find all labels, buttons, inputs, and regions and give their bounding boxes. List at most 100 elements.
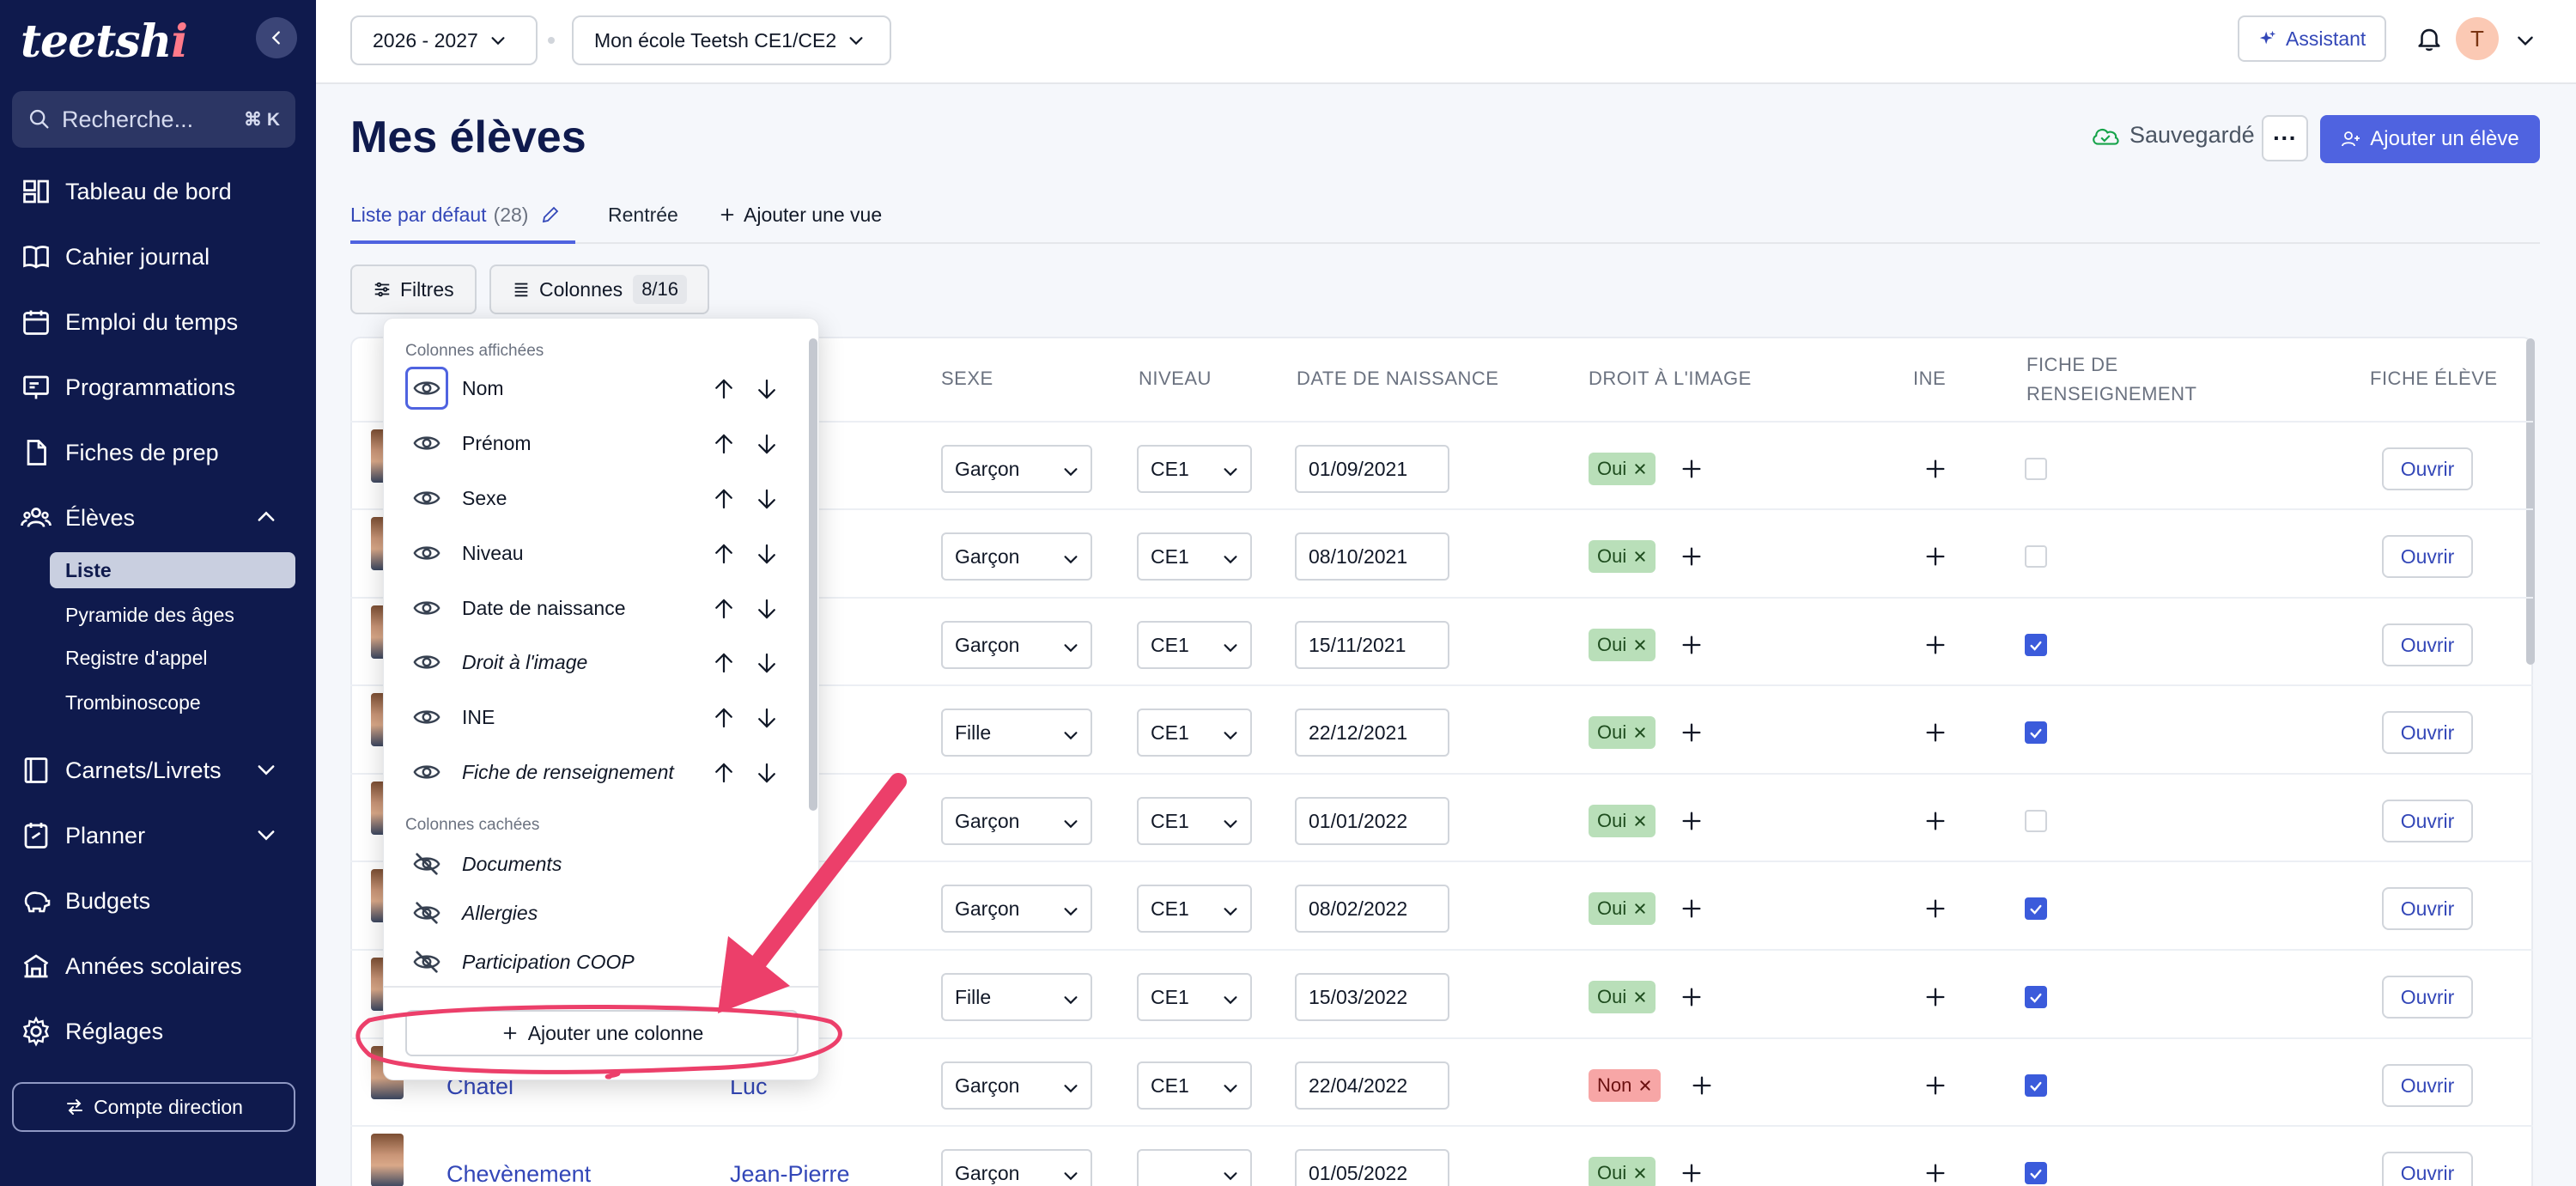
move-up-button[interactable] <box>711 650 737 676</box>
move-down-button[interactable] <box>754 650 780 676</box>
fiche-renseignement-checkbox[interactable] <box>2025 810 2047 832</box>
add-image-right-button[interactable] <box>1680 897 1704 921</box>
dropdown-scrollbar[interactable] <box>809 338 817 811</box>
shown-column-item[interactable]: Nom <box>405 364 783 412</box>
sexe-select[interactable]: Fille <box>941 973 1092 1021</box>
open-student-button[interactable]: Ouvrir <box>2382 887 2473 930</box>
chevron-down-icon[interactable] <box>2514 29 2537 52</box>
toggle-visibility-button[interactable] <box>405 751 448 794</box>
niveau-select[interactable]: CE1 <box>1137 621 1252 669</box>
move-down-button[interactable] <box>754 486 780 512</box>
sidebar-item-tableau-de-bord[interactable]: Tableau de bord <box>21 170 232 213</box>
niveau-select[interactable]: CE1 <box>1137 532 1252 581</box>
open-student-button[interactable]: Ouvrir <box>2382 976 2473 1019</box>
sidebar-item-eleves[interactable]: Élèves <box>21 496 275 539</box>
move-down-button[interactable] <box>754 376 780 402</box>
add-column-button[interactable]: Ajouter une colonne <box>405 1010 799 1056</box>
fiche-renseignement-checkbox[interactable] <box>2025 897 2047 920</box>
add-ine-button[interactable] <box>1923 1073 1947 1098</box>
sidebar-item-emploi-du-temps[interactable]: Emploi du temps <box>21 301 238 344</box>
hidden-column-item[interactable]: Allergies <box>405 889 783 937</box>
toggle-visibility-button[interactable] <box>405 842 448 885</box>
toggle-visibility-button[interactable] <box>405 891 448 934</box>
tab-liste-par-defaut[interactable]: Liste par défaut (28) <box>350 198 561 232</box>
pencil-icon[interactable] <box>540 204 561 225</box>
shown-column-item[interactable]: INE <box>405 693 783 741</box>
hidden-column-item[interactable]: Participation COOP <box>405 938 783 986</box>
arrow-up-icon[interactable] <box>711 486 737 512</box>
shown-column-item[interactable]: Sexe <box>405 474 783 522</box>
close-icon[interactable] <box>1633 1166 1647 1180</box>
add-ine-button[interactable] <box>1923 544 1947 569</box>
toggle-visibility-button[interactable] <box>405 477 448 520</box>
birth-date-input[interactable]: 22/12/2021 <box>1295 709 1449 757</box>
assistant-button[interactable]: Assistant <box>2238 15 2387 62</box>
add-student-button[interactable]: Ajouter un élève <box>2320 115 2540 163</box>
arrow-down-icon[interactable] <box>754 486 780 512</box>
arrow-down-icon[interactable] <box>754 596 780 622</box>
close-icon[interactable] <box>1633 462 1647 476</box>
move-down-button[interactable] <box>754 705 780 731</box>
birth-date-input[interactable]: 01/09/2021 <box>1295 445 1449 493</box>
arrow-up-icon[interactable] <box>711 760 737 786</box>
bell-icon[interactable] <box>2415 24 2444 53</box>
logo[interactable]: teetshi <box>21 15 188 68</box>
toggle-visibility-button[interactable] <box>405 532 448 575</box>
header-droit-image[interactable]: DROIT À L'IMAGE <box>1589 368 1752 390</box>
student-first-name[interactable]: Jean-Pierre <box>730 1161 850 1186</box>
arrow-up-icon[interactable] <box>711 376 737 402</box>
birth-date-input[interactable]: 22/04/2022 <box>1295 1061 1449 1110</box>
header-fiche-line1[interactable]: FICHE DE <box>2026 354 2118 376</box>
sidebar-item-programmations[interactable]: Programmations <box>21 366 235 409</box>
arrow-down-icon[interactable] <box>754 431 780 457</box>
close-icon[interactable] <box>1633 726 1647 739</box>
arrow-down-icon[interactable] <box>754 650 780 676</box>
sexe-select[interactable]: Garçon <box>941 797 1092 845</box>
student-last-name[interactable]: Chevènement <box>447 1161 591 1186</box>
sidebar-item-carnets-livrets[interactable]: Carnets/Livrets <box>21 749 275 792</box>
close-icon[interactable] <box>1633 550 1647 563</box>
close-icon[interactable] <box>1633 902 1647 915</box>
shown-column-item[interactable]: Date de naissance <box>405 584 783 632</box>
open-student-button[interactable]: Ouvrir <box>2382 800 2473 842</box>
tab-rentree[interactable]: Rentrée <box>608 198 678 232</box>
add-image-right-button[interactable] <box>1690 1073 1714 1098</box>
arrow-down-icon[interactable] <box>754 541 780 567</box>
sidebar-subitem-liste[interactable]: Liste <box>65 552 112 588</box>
add-image-right-button[interactable] <box>1680 809 1704 833</box>
arrow-up-icon[interactable] <box>711 596 737 622</box>
toggle-visibility-button[interactable] <box>405 587 448 629</box>
add-ine-button[interactable] <box>1923 809 1947 833</box>
arrow-down-icon[interactable] <box>754 705 780 731</box>
arrow-up-icon[interactable] <box>711 431 737 457</box>
add-ine-button[interactable] <box>1923 457 1947 481</box>
arrow-up-icon[interactable] <box>711 541 737 567</box>
niveau-select[interactable]: CE1 <box>1137 445 1252 493</box>
birth-date-input[interactable]: 08/10/2021 <box>1295 532 1449 581</box>
sidebar-item-fiches-de-prep[interactable]: Fiches de prep <box>21 431 219 474</box>
niveau-select[interactable]: CE1 <box>1137 709 1252 757</box>
move-down-button[interactable] <box>754 431 780 457</box>
add-ine-button[interactable] <box>1923 985 1947 1009</box>
shown-column-item[interactable]: Prénom <box>405 419 783 467</box>
sexe-select[interactable]: Garçon <box>941 1061 1092 1110</box>
sexe-select[interactable]: Garçon <box>941 885 1092 933</box>
header-date-naissance[interactable]: DATE DE NAISSANCE <box>1297 368 1498 390</box>
close-icon[interactable] <box>1633 638 1647 652</box>
sidebar-item-reglages[interactable]: Réglages <box>21 1010 163 1053</box>
add-view-button[interactable]: Ajouter une vue <box>718 198 882 232</box>
sidebar-subitem-registre[interactable]: Registre d'appel <box>65 641 208 675</box>
more-options-button[interactable]: ··· <box>2262 115 2308 161</box>
fiche-renseignement-checkbox[interactable] <box>2025 1074 2047 1097</box>
add-image-right-button[interactable] <box>1680 721 1704 745</box>
toggle-visibility-button[interactable] <box>405 641 448 684</box>
move-up-button[interactable] <box>711 486 737 512</box>
add-ine-button[interactable] <box>1923 1161 1947 1185</box>
filters-button[interactable]: Filtres <box>350 265 477 314</box>
fiche-renseignement-checkbox[interactable] <box>2025 721 2047 744</box>
add-ine-button[interactable] <box>1923 633 1947 657</box>
sexe-select[interactable]: Garçon <box>941 532 1092 581</box>
open-student-button[interactable]: Ouvrir <box>2382 447 2473 490</box>
toggle-visibility-button[interactable] <box>405 940 448 983</box>
birth-date-input[interactable]: 01/05/2022 <box>1295 1149 1449 1186</box>
